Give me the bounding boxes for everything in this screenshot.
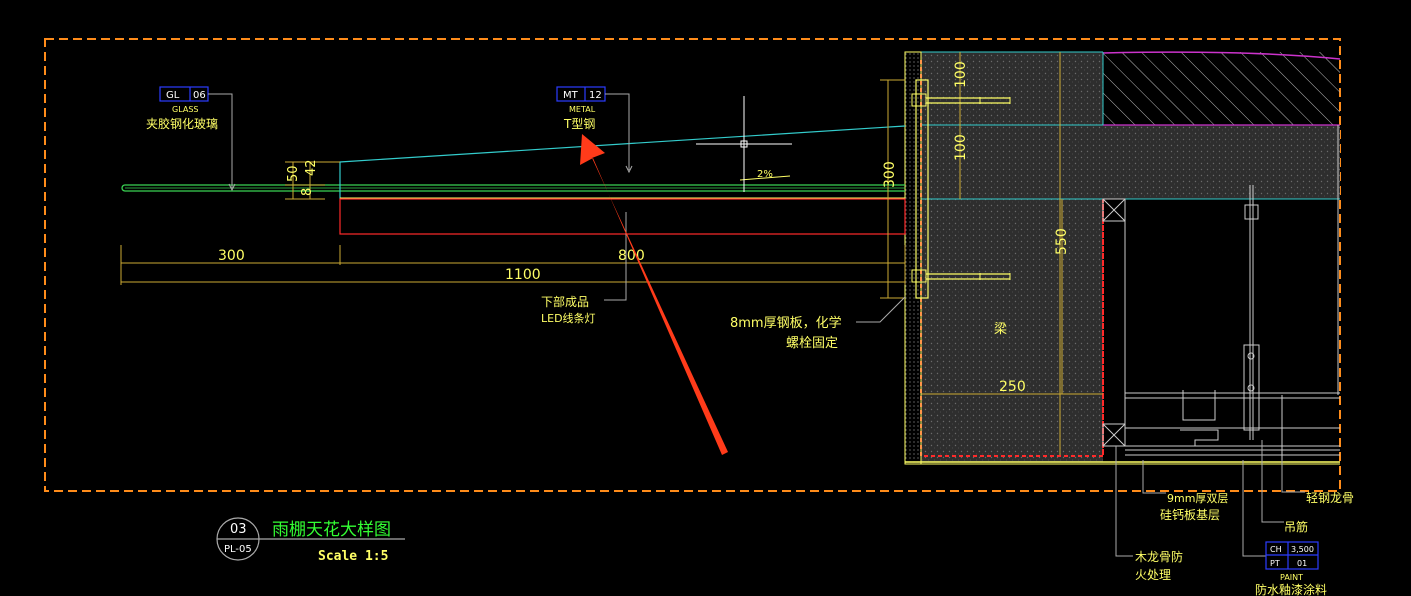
tag-glass-code: GL bbox=[166, 90, 180, 101]
cad-crosshair-cursor bbox=[696, 96, 792, 192]
red-annotation-arrow bbox=[580, 134, 728, 455]
dim-550: 550 bbox=[1054, 228, 1070, 255]
title-number: 03 bbox=[230, 522, 247, 537]
dim-800: 800 bbox=[618, 248, 645, 264]
concrete-structure bbox=[920, 51, 1341, 462]
wood-keel-label-line2: 火处理 bbox=[1135, 568, 1171, 582]
wood-keel-label-line1: 木龙骨防 bbox=[1135, 549, 1183, 564]
dim-8: 8 bbox=[300, 188, 315, 196]
dim-300-vertical: 300 bbox=[882, 161, 898, 188]
led-label-line2: LED线条灯 bbox=[541, 311, 596, 325]
tag-metal-code: MT bbox=[563, 90, 579, 101]
glass-panel bbox=[121, 184, 905, 192]
tag-paint-code2: PT bbox=[1270, 559, 1280, 568]
tag-metal-number: 12 bbox=[589, 90, 602, 101]
tag-paint-cn: 防水釉漆涂料 bbox=[1255, 582, 1327, 596]
dim-50: 50 bbox=[286, 165, 301, 182]
hanger-label: 吊筋 bbox=[1284, 519, 1308, 534]
dim-300-horizontal: 300 bbox=[218, 248, 245, 264]
tag-metal-cn: T型钢 bbox=[563, 117, 595, 131]
tag-glass-cn: 夹胶钢化玻璃 bbox=[146, 116, 218, 131]
plate-label: 8mm厚钢板，化学 螺栓固定 bbox=[730, 296, 906, 351]
tag-paint: CH 3,500 PT 01 PAINT 防水釉漆涂料 bbox=[1255, 541, 1327, 596]
led-strip bbox=[339, 198, 906, 235]
led-label: 下部成品 LED线条灯 bbox=[541, 212, 627, 325]
plate-label-line2: 螺栓固定 bbox=[786, 336, 838, 351]
led-label-line1: 下部成品 bbox=[541, 294, 589, 309]
tag-paint-en: PAINT bbox=[1280, 573, 1303, 582]
title-sheet: PL-05 bbox=[224, 544, 252, 555]
tag-metal-en: METAL bbox=[569, 105, 596, 114]
title-block: 03 PL-05 雨棚天花大样图 Scale 1:5 bbox=[216, 517, 405, 564]
dim-100-b: 100 bbox=[953, 134, 969, 161]
dim-1100: 1100 bbox=[505, 267, 541, 283]
plate-label-line1: 8mm厚钢板，化学 bbox=[730, 315, 842, 331]
tag-metal: MT 12 METAL T型钢 bbox=[556, 86, 633, 174]
board-label-line2: 硅钙板基层 bbox=[1160, 508, 1220, 522]
beam-label: 梁 bbox=[994, 322, 1007, 337]
title-name: 雨棚天花大样图 bbox=[272, 520, 391, 540]
cad-drawing-canvas: 300 800 1100 50 42 8 300 100 100 550 250… bbox=[44, 38, 1354, 596]
dim-100-a: 100 bbox=[953, 61, 969, 88]
light-keel-label: 轻钢龙骨 bbox=[1306, 491, 1354, 505]
tag-paint-code1: CH bbox=[1270, 545, 1282, 554]
tag-paint-value2: 01 bbox=[1297, 559, 1307, 568]
dim-42: 42 bbox=[304, 159, 319, 176]
tag-glass: GL 06 GLASS 夹胶钢化玻璃 bbox=[146, 86, 236, 192]
dim-250: 250 bbox=[999, 379, 1026, 395]
tag-paint-value1: 3,500 bbox=[1291, 545, 1314, 554]
tag-glass-number: 06 bbox=[193, 90, 206, 101]
title-scale: Scale 1:5 bbox=[318, 549, 388, 564]
tag-glass-en: GLASS bbox=[172, 105, 198, 114]
board-label-line1: 9mm厚双层 bbox=[1167, 492, 1228, 505]
